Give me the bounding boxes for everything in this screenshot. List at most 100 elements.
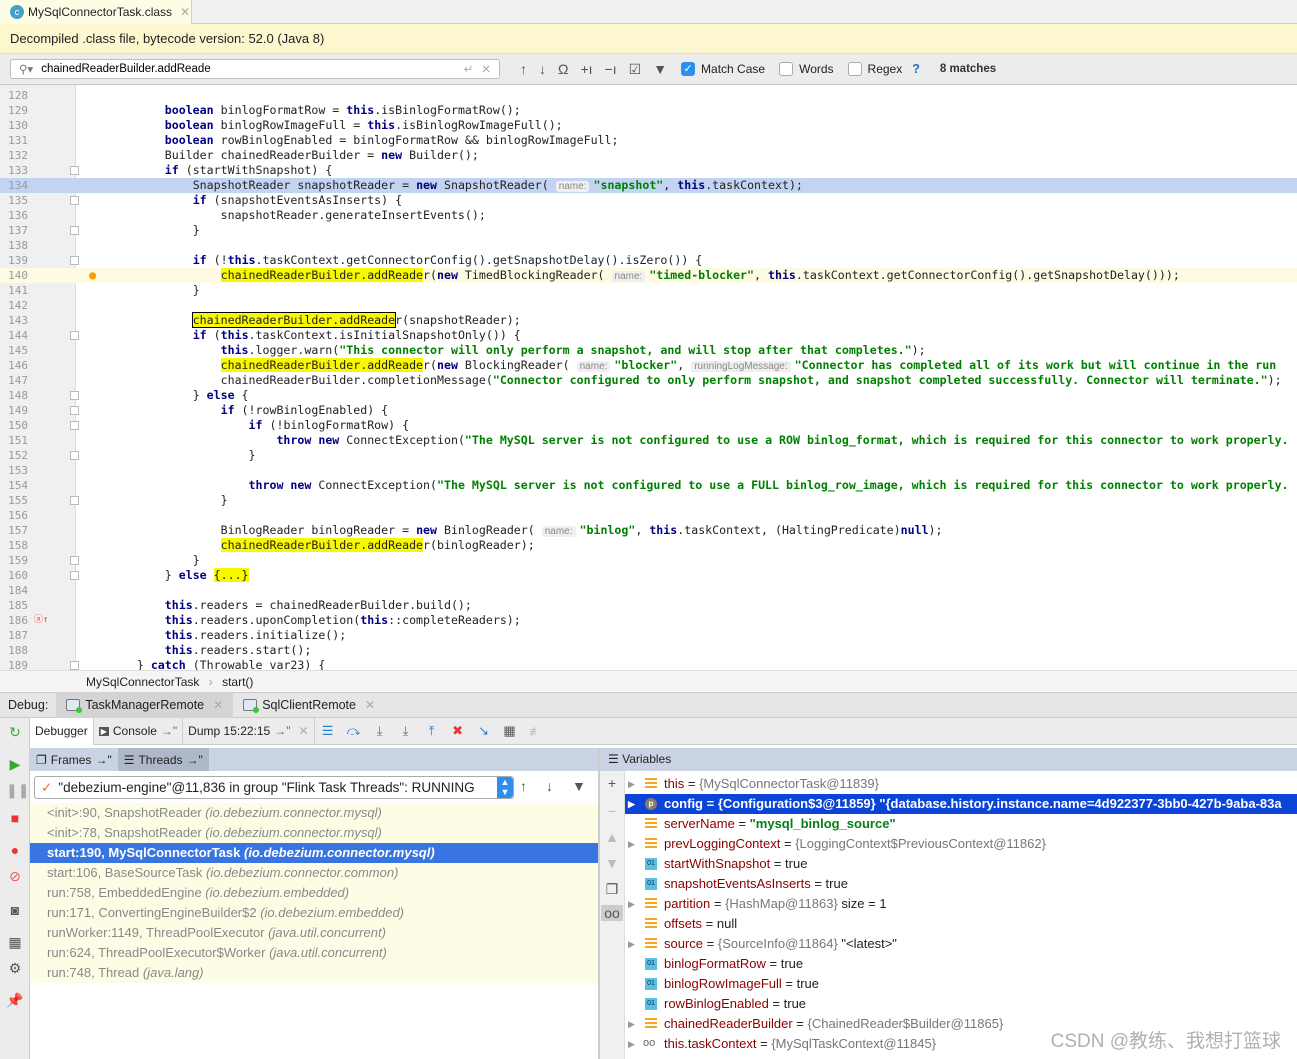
line-number[interactable]: 142: [0, 298, 28, 313]
evaluate-expression-icon[interactable]: ▦: [497, 723, 523, 739]
filter-icon[interactable]: ▼: [572, 778, 586, 794]
line-number[interactable]: 160: [0, 568, 28, 583]
tab-dump[interactable]: Dump 15:22:15 →" ✕: [183, 717, 315, 745]
layout-icon[interactable]: ▦: [6, 934, 24, 951]
line-number[interactable]: 156: [0, 508, 28, 523]
pause-icon[interactable]: ❚❚: [6, 782, 29, 799]
line-number[interactable]: 149: [0, 403, 28, 418]
line-number[interactable]: 148: [0, 388, 28, 403]
fold-marker-icon[interactable]: [70, 571, 79, 580]
search-input[interactable]: [41, 63, 456, 75]
view-breakpoints-icon[interactable]: ●: [6, 842, 24, 858]
expand-arrow-icon[interactable]: ▶: [628, 834, 635, 854]
stack-frame[interactable]: runWorker:1149, ThreadPoolExecutor (java…: [30, 923, 598, 943]
fold-marker-icon[interactable]: [70, 556, 79, 565]
line-number[interactable]: 130: [0, 118, 28, 133]
add-watch-icon[interactable]: +: [603, 775, 621, 791]
drop-frame-icon[interactable]: ✖: [445, 723, 471, 739]
tab-frames[interactable]: ❐ Frames →": [30, 748, 118, 771]
line-number[interactable]: 129: [0, 103, 28, 118]
close-icon[interactable]: ✕: [299, 724, 309, 738]
search-field[interactable]: ⚲▾ ↵ ✕: [10, 59, 500, 79]
stack-frame[interactable]: <init>:90, SnapshotReader (io.debezium.c…: [30, 803, 598, 823]
variable-row[interactable]: 01 startWithSnapshot = true: [625, 854, 1297, 874]
line-number[interactable]: 128: [0, 88, 28, 103]
fold-marker-icon[interactable]: [70, 421, 79, 430]
code-editor[interactable]: 128 129 boolean binlogFormatRow = this.is…: [0, 85, 1297, 670]
variable-row[interactable]: 01 snapshotEventsAsInserts = true: [625, 874, 1297, 894]
variable-row[interactable]: ▶ source = {SourceInfo@11864} "<latest>": [625, 934, 1297, 954]
stack-frame[interactable]: start:190, MySqlConnectorTask (io.debezi…: [30, 843, 598, 863]
fold-marker-icon[interactable]: [70, 226, 79, 235]
line-number[interactable]: 154: [0, 478, 28, 493]
filter-icon[interactable]: ▼: [653, 61, 667, 77]
editor-tab[interactable]: c MySqlConnectorTask.class ✕: [0, 0, 192, 24]
line-number[interactable]: 133: [0, 163, 28, 178]
stack-frame[interactable]: start:106, BaseSourceTask (io.debezium.c…: [30, 863, 598, 883]
regex-checkbox[interactable]: Regex: [847, 62, 902, 76]
stack-frame[interactable]: run:758, EmbeddedEngine (io.debezium.emb…: [30, 883, 598, 903]
fold-marker-icon[interactable]: [70, 166, 79, 175]
fold-marker-icon[interactable]: [70, 256, 79, 265]
breadcrumb-method[interactable]: start(): [222, 675, 253, 689]
tab-threads[interactable]: ☰ Threads →": [117, 748, 209, 771]
previous-frame-button[interactable]: ↑: [520, 778, 527, 794]
camera-icon[interactable]: ◙: [6, 902, 24, 918]
variable-row[interactable]: serverName = "mysql_binlog_source": [625, 814, 1297, 834]
line-number[interactable]: 138: [0, 238, 28, 253]
session-tab-sqlclientremote[interactable]: SqlClientRemote ✕: [233, 692, 385, 718]
mute-breakpoints-icon[interactable]: ⊘: [6, 868, 24, 885]
variable-row[interactable]: 01 binlogRowImageFull = true: [625, 974, 1297, 994]
dropdown-arrows-icon[interactable]: ▲ ▼: [497, 777, 513, 798]
expand-arrow-icon[interactable]: ▶: [628, 1034, 635, 1054]
select-all-occurrences-button[interactable]: Ω: [558, 61, 568, 77]
stack-frame[interactable]: run:171, ConvertingEngineBuilder$2 (io.d…: [30, 903, 598, 923]
expand-arrow-icon[interactable]: ▶: [628, 894, 635, 914]
remove-selection-button[interactable]: −ı: [605, 61, 617, 77]
show-watches-icon[interactable]: oo: [601, 905, 623, 921]
force-step-into-icon[interactable]: ⤓: [393, 723, 419, 739]
line-number[interactable]: 157: [0, 523, 28, 538]
expand-arrow-icon[interactable]: ▶: [628, 774, 635, 794]
next-match-button[interactable]: ↓: [539, 61, 546, 77]
fold-marker-icon[interactable]: [70, 391, 79, 400]
show-execution-point-icon[interactable]: ☰: [315, 723, 341, 739]
remove-watch-icon[interactable]: −: [603, 803, 621, 819]
fold-marker-icon[interactable]: [70, 406, 79, 415]
variable-row[interactable]: 01 rowBinlogEnabled = true: [625, 994, 1297, 1014]
clear-icon[interactable]: ✕: [481, 62, 491, 76]
line-number[interactable]: 186: [0, 613, 28, 628]
close-icon[interactable]: ✕: [365, 698, 375, 712]
variable-row[interactable]: ▶ prevLoggingContext = {LoggingContext$Pr…: [625, 834, 1297, 854]
match-case-checkbox[interactable]: ✓ Match Case: [681, 62, 765, 76]
line-number[interactable]: 137: [0, 223, 28, 238]
step-into-icon[interactable]: ⤓: [367, 723, 393, 739]
session-tab-taskmanagerremote[interactable]: TaskManagerRemote ✕: [56, 692, 234, 718]
line-number[interactable]: 184: [0, 583, 28, 598]
line-number[interactable]: 150: [0, 418, 28, 433]
add-selection-button[interactable]: +ı: [580, 61, 592, 77]
line-number[interactable]: 189: [0, 658, 28, 670]
run-to-cursor-icon[interactable]: ↘: [471, 723, 497, 739]
expand-arrow-icon[interactable]: ▶: [628, 1014, 635, 1034]
toggle-selection-button[interactable]: ☑: [629, 61, 642, 78]
fold-marker-icon[interactable]: [70, 661, 79, 670]
line-number[interactable]: 147: [0, 373, 28, 388]
stack-frame[interactable]: run:748, Thread (java.lang): [30, 963, 598, 983]
tab-console[interactable]: ▶ Console →": [94, 717, 184, 745]
step-over-icon[interactable]: ⤼: [341, 723, 367, 739]
rerun-icon[interactable]: ↻: [6, 724, 24, 741]
trace-stream-icon[interactable]: ≢: [523, 724, 549, 739]
pin-icon[interactable]: 📌: [6, 992, 24, 1009]
line-number[interactable]: 134: [0, 178, 28, 193]
line-number[interactable]: 146: [0, 358, 28, 373]
breadcrumb-class[interactable]: MySqlConnectorTask: [86, 675, 199, 689]
expand-arrow-icon[interactable]: ▶: [628, 934, 635, 954]
line-number[interactable]: 153: [0, 463, 28, 478]
resume-icon[interactable]: ▶: [6, 756, 24, 773]
variable-row[interactable]: 01 binlogFormatRow = true: [625, 954, 1297, 974]
line-number[interactable]: 158: [0, 538, 28, 553]
line-number[interactable]: 141: [0, 283, 28, 298]
line-number[interactable]: 159: [0, 553, 28, 568]
variable-row[interactable]: ▶ partition = {HashMap@11863} size = 1: [625, 894, 1297, 914]
